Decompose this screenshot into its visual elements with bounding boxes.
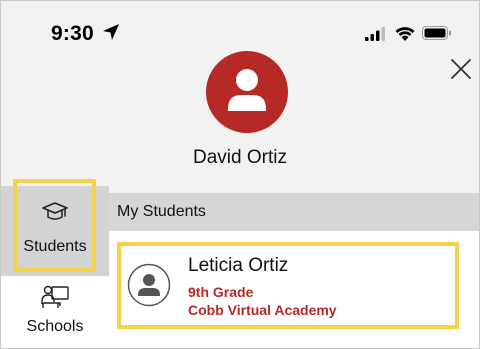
student-avatar-icon <box>127 263 171 307</box>
user-avatar <box>206 51 288 133</box>
cellular-signal-icon <box>365 27 385 41</box>
user-name: David Ortiz <box>193 147 287 168</box>
student-grade: 9th Grade <box>188 284 254 300</box>
app-frame: 9:30 David Ortiz Students Schools My Stu… <box>0 0 480 349</box>
close-icon <box>451 59 471 79</box>
student-card[interactable]: Leticia Ortiz 9th Grade Cobb Virtual Aca… <box>117 242 459 329</box>
status-time: 9:30 <box>51 22 94 45</box>
student-school: Cobb Virtual Academy <box>188 302 337 318</box>
sidebar-item-label: Students <box>23 238 87 255</box>
sidebar-item-students[interactable]: Students <box>1 186 109 276</box>
sidebar-item-schools[interactable]: Schools <box>1 276 109 348</box>
wifi-icon <box>395 27 415 41</box>
close-button[interactable] <box>449 57 473 81</box>
student-name: Leticia Ortiz <box>188 255 289 276</box>
sidebar: Students Schools <box>1 186 109 348</box>
school-icon <box>1 284 109 310</box>
section-header: My Students <box>109 193 479 231</box>
battery-icon <box>422 26 451 40</box>
graduation-cap-icon <box>1 200 109 224</box>
user-avatar-icon <box>228 69 266 111</box>
sidebar-item-label: Schools <box>26 318 84 335</box>
location-arrow-icon <box>103 24 119 40</box>
